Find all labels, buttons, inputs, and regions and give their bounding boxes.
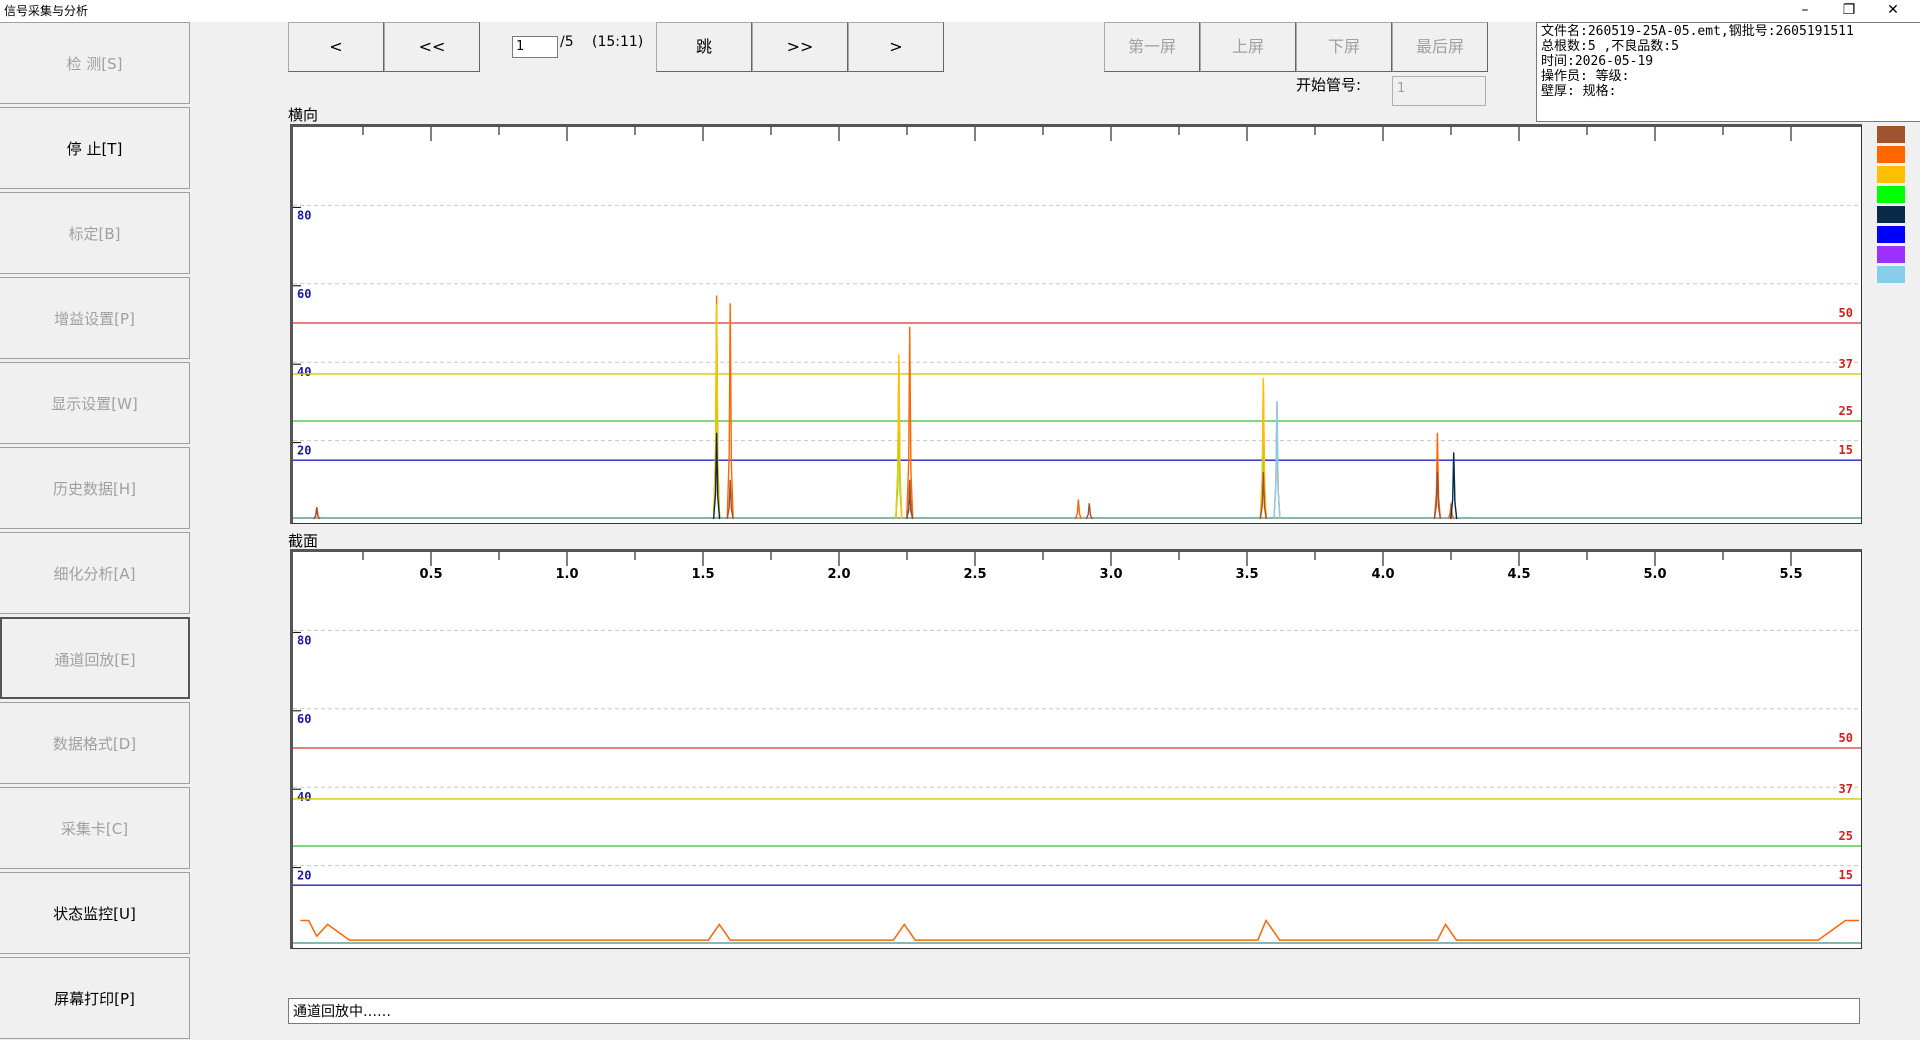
display-settings-button[interactable]: 显示设置[W] bbox=[0, 362, 190, 444]
threshold-label: 15 bbox=[1839, 443, 1853, 457]
next-fast-button[interactable]: >> bbox=[752, 22, 848, 72]
minimize-icon[interactable]: – bbox=[1785, 0, 1825, 22]
file-info-box: 文件名:260519-25A-05.emt,钢批号:2605191511 总根数… bbox=[1536, 22, 1920, 122]
x-tick-label: 5.5 bbox=[1779, 567, 1802, 582]
y-tick-label: 60 bbox=[297, 287, 311, 301]
x-tick-label: 1.0 bbox=[555, 567, 578, 582]
data-format-button[interactable]: 数据格式[D] bbox=[0, 702, 190, 784]
y-tick-label: 60 bbox=[297, 712, 311, 726]
detailed-analysis-button[interactable]: 细化分析[A] bbox=[0, 532, 190, 614]
acquisition-card-button[interactable]: 采集卡[C] bbox=[0, 787, 190, 869]
gain-settings-button[interactable]: 增益设置[P] bbox=[0, 277, 190, 359]
x-tick-label: 4.0 bbox=[1371, 567, 1394, 582]
x-tick-label: 3.5 bbox=[1235, 567, 1258, 582]
window-title: 信号采集与分析 bbox=[4, 4, 89, 18]
y-tick-label: 20 bbox=[297, 444, 311, 458]
threshold-label: 15 bbox=[1839, 868, 1853, 882]
y-tick-label: 40 bbox=[297, 365, 311, 379]
threshold-label: 37 bbox=[1839, 357, 1853, 371]
threshold-label: 37 bbox=[1839, 782, 1853, 796]
legend-swatch bbox=[1877, 206, 1905, 223]
series-peak bbox=[1074, 499, 1083, 520]
y-tick-label: 20 bbox=[297, 869, 311, 883]
detect-button[interactable]: 检 测[S] bbox=[0, 22, 190, 104]
threshold-label: 50 bbox=[1839, 306, 1853, 320]
x-tick-label: 3.0 bbox=[1099, 567, 1122, 582]
threshold-label: 25 bbox=[1839, 404, 1853, 418]
close-icon[interactable]: ✕ bbox=[1873, 0, 1913, 22]
first-screen-button[interactable]: 第一屏 bbox=[1104, 22, 1200, 72]
x-tick-label: 5.0 bbox=[1643, 567, 1666, 582]
x-tick-label: 1.5 bbox=[691, 567, 714, 582]
prev-screen-button[interactable]: 上屏 bbox=[1200, 22, 1296, 72]
history-data-button[interactable]: 历史数据[H] bbox=[0, 447, 190, 529]
page-input[interactable]: 1 bbox=[512, 36, 558, 58]
restore-icon[interactable]: ❐ bbox=[1829, 0, 1869, 22]
y-tick-label: 40 bbox=[297, 790, 311, 804]
file-info-line: 文件名:260519-25A-05.emt,钢批号:2605191511 bbox=[1541, 24, 1854, 39]
next-screen-button[interactable]: 下屏 bbox=[1296, 22, 1392, 72]
section-label: 截面 bbox=[288, 532, 319, 550]
x-tick-label: 4.5 bbox=[1507, 567, 1530, 582]
thickness-line: 壁厚: 规格: bbox=[1541, 84, 1617, 99]
section-chart: 0.5 1.0 1.5 2.0 2.5 3.0 3.5 4.0 4.5 5.0 5.5 20 40 60 8… bbox=[290, 549, 1862, 949]
legend-swatch bbox=[1877, 166, 1905, 183]
prev-fast-button[interactable]: << bbox=[384, 22, 480, 72]
status-monitor-button[interactable]: 状态监控[U] bbox=[0, 872, 190, 954]
start-tube-input[interactable]: 1 bbox=[1392, 76, 1486, 106]
series-peak bbox=[1433, 471, 1442, 520]
legend-swatch bbox=[1877, 266, 1905, 283]
series-peak bbox=[1450, 452, 1458, 520]
legend-swatch bbox=[1877, 126, 1905, 143]
screen-print-button[interactable]: 屏幕打印[P] bbox=[0, 957, 190, 1039]
operator-line: 操作员: 等级: bbox=[1541, 69, 1630, 84]
threshold-label: 50 bbox=[1839, 731, 1853, 745]
series-peak bbox=[1085, 503, 1093, 520]
page-total: /5 bbox=[560, 34, 574, 50]
total-count-line: 总根数:5 ,不良品数:5 bbox=[1541, 39, 1679, 54]
x-tick-label: 0.5 bbox=[419, 567, 442, 582]
series-line bbox=[300, 918, 1859, 941]
last-screen-button[interactable]: 最后屏 bbox=[1392, 22, 1488, 72]
legend-swatch bbox=[1877, 186, 1905, 203]
date-line: 时间:2026-05-19 bbox=[1541, 54, 1654, 69]
status-bar: 通道回放中…… bbox=[288, 998, 1860, 1024]
jump-button[interactable]: 跳 bbox=[656, 22, 752, 72]
y-tick-label: 80 bbox=[297, 633, 311, 647]
y-tick-label: 80 bbox=[297, 208, 311, 222]
transverse-chart: 20 40 60 80 50 37 25 15 bbox=[290, 124, 1862, 524]
stop-button[interactable]: 停 止[T] bbox=[0, 107, 190, 189]
title-bar: 信号采集与分析 – ❐ ✕ bbox=[0, 0, 1920, 22]
channel-playback-button[interactable]: 通道回放[E] bbox=[0, 617, 190, 699]
threshold-label: 25 bbox=[1839, 829, 1853, 843]
x-tick-label: 2.5 bbox=[963, 567, 986, 582]
legend-swatch bbox=[1877, 246, 1905, 263]
time-label: (15:11) bbox=[592, 34, 644, 50]
prev-button[interactable]: < bbox=[288, 22, 384, 72]
legend-swatch bbox=[1877, 226, 1905, 243]
series-peak bbox=[313, 507, 321, 520]
start-tube-label: 开始管号: bbox=[1296, 76, 1362, 94]
next-button[interactable]: > bbox=[848, 22, 944, 72]
legend-swatch bbox=[1877, 146, 1905, 163]
calibrate-button[interactable]: 标定[B] bbox=[0, 192, 190, 274]
x-tick-label: 2.0 bbox=[827, 567, 850, 582]
sidebar: 检 测[S] 停 止[T] 标定[B] 增益设置[P] 显示设置[W] 历史数据… bbox=[0, 22, 192, 1039]
transverse-label: 横向 bbox=[288, 106, 319, 124]
